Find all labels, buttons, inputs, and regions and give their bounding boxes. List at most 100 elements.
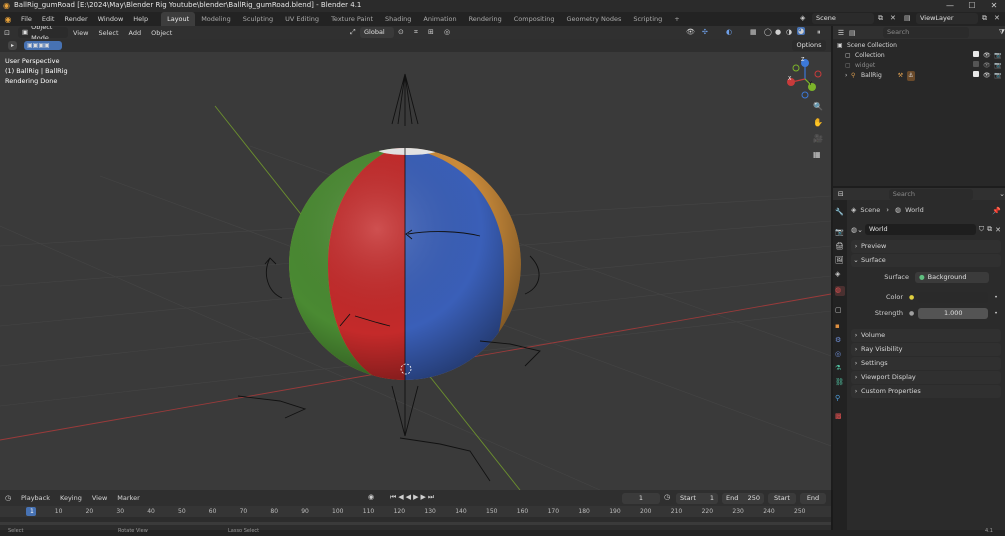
timeline-menu-view[interactable]: View <box>87 491 112 505</box>
viewport-sidebar-toggle-icon[interactable]: ⏸ <box>817 28 821 37</box>
playback-controls-icon[interactable]: ⏮◀◀▶▶⏭ <box>390 493 436 502</box>
world-tab-icon[interactable]: ◍ <box>835 286 845 296</box>
tool-tab-icon[interactable]: 🔧 <box>835 208 845 218</box>
widget-render-icon[interactable]: 📷 <box>994 61 1001 71</box>
list-item-scene-collection[interactable]: ▣ Scene Collection <box>837 41 1003 51</box>
modifier-tab-icon[interactable]: ⚙ <box>835 336 845 346</box>
tab-geometry-nodes[interactable]: Geometry Nodes <box>561 12 628 26</box>
pan-hand-icon[interactable]: ✋ <box>813 118 823 127</box>
list-item-ballrig[interactable]: › ⚲ BallRig ⚒ ⚓ 👁 📷 <box>837 71 1003 81</box>
shading-wireframe-icon[interactable]: ◯ <box>764 28 772 36</box>
snap-target-icon[interactable]: ⊞ <box>428 28 434 36</box>
panel-ray-visibility[interactable]: › Ray Visibility <box>851 343 1001 356</box>
filter-icon[interactable]: ⧩ <box>999 28 1005 37</box>
auto-keying-icon[interactable]: ◉ <box>368 493 374 501</box>
transform-orientation-selector[interactable]: Global <box>360 27 394 38</box>
delete-scene-icon[interactable]: ✕ <box>890 14 896 22</box>
timeline-menu-keying[interactable]: Keying <box>55 491 87 505</box>
viewport-menu-add[interactable]: Add <box>124 26 147 40</box>
world-name-field[interactable]: World <box>864 224 976 235</box>
tab-compositing[interactable]: Compositing <box>508 12 561 26</box>
tab-sculpting[interactable]: Sculpting <box>237 12 279 26</box>
view-layer-tab-icon[interactable]: 🖼 <box>835 256 845 266</box>
tab-animation[interactable]: Animation <box>417 12 462 26</box>
shading-material-icon[interactable]: ◑ <box>786 28 792 36</box>
xray-icon[interactable]: ▦ <box>750 28 757 36</box>
ballrig-visibility-icon[interactable]: 👁 <box>983 71 991 81</box>
strength-field[interactable]: 1.000 <box>918 307 989 319</box>
tab-shading[interactable]: Shading <box>379 12 417 26</box>
end-button[interactable]: End <box>800 493 826 504</box>
start-button[interactable]: Start <box>768 493 796 504</box>
menu-help[interactable]: Help <box>128 12 153 26</box>
physics-tab-icon[interactable]: ⚗ <box>835 364 845 374</box>
view-layer-selector[interactable]: ViewLayer <box>916 13 978 24</box>
tab-modeling[interactable]: Modeling <box>195 12 237 26</box>
viewport-scene[interactable] <box>0 26 831 490</box>
color-keyframe-icon[interactable]: • <box>994 294 998 301</box>
new-scene-icon[interactable]: ⧉ <box>878 14 883 23</box>
tab-layout[interactable]: Layout <box>161 12 196 26</box>
list-item-widget[interactable]: ▢ widget 👁 📷 <box>837 61 1003 71</box>
panel-volume[interactable]: › Volume <box>851 329 1001 342</box>
unlink-world-icon[interactable]: ✕ <box>995 226 1001 234</box>
overlay-toggle-icon[interactable]: ◐ <box>726 28 732 36</box>
list-item-collection[interactable]: ▢ Collection 👁 📷 <box>837 51 1003 61</box>
outliner-search-input[interactable]: Search <box>882 27 969 38</box>
scene-tab-icon[interactable]: ◈ <box>835 270 845 280</box>
current-frame-field[interactable]: 1 <box>622 493 660 504</box>
shading-solid-icon[interactable]: ● <box>775 28 781 36</box>
options-button[interactable]: Options <box>792 40 826 51</box>
outliner-editor-icon[interactable]: ☰ <box>833 29 849 37</box>
delete-view-layer-icon[interactable]: ✕ <box>994 14 1000 22</box>
proportional-edit-icon[interactable]: ◎ <box>444 28 450 36</box>
ballrig-render-icon[interactable]: 📷 <box>994 71 1001 81</box>
panel-custom-properties[interactable]: › Custom Properties <box>851 385 1001 398</box>
tab-scripting[interactable]: Scripting <box>627 12 668 26</box>
perspective-toggle-icon[interactable]: ▦ <box>813 150 821 159</box>
new-view-layer-icon[interactable]: ⧉ <box>982 14 987 23</box>
scene-selector[interactable]: Scene <box>812 13 874 24</box>
blender-menu-icon[interactable]: ◉ <box>0 15 16 24</box>
close-window-button[interactable]: ✕ <box>983 0 1005 12</box>
tool-select-icon[interactable]: ▸ <box>8 41 18 50</box>
viewport-menu-view[interactable]: View <box>68 26 93 40</box>
menu-file[interactable]: File <box>16 12 37 26</box>
menu-render[interactable]: Render <box>59 12 92 26</box>
menu-window[interactable]: Window <box>93 12 129 26</box>
tab-texture-paint[interactable]: Texture Paint <box>325 12 379 26</box>
color-swatch[interactable] <box>918 291 989 303</box>
tab-uv-editing[interactable]: UV Editing <box>279 12 325 26</box>
pin-icon[interactable]: 📌 <box>992 207 1001 215</box>
camera-view-icon[interactable]: 🎥 <box>813 134 823 143</box>
tab-rendering[interactable]: Rendering <box>463 12 508 26</box>
properties-editor-icon[interactable]: ⊟ <box>833 190 849 198</box>
collection-visibility-icon[interactable]: 👁 <box>983 51 991 61</box>
use-preview-range-icon[interactable]: ◷ <box>664 493 670 501</box>
object-data-tab-icon[interactable]: ⚲ <box>835 394 845 404</box>
surface-shader-selector[interactable]: ● Background <box>915 271 989 283</box>
timeline-ruler[interactable]: 1 10 20 30 40 50 60 70 80 90 100 110 120 130 140 150 160… <box>0 506 831 517</box>
menu-edit[interactable]: Edit <box>37 12 60 26</box>
select-mode-icons[interactable]: ▣▣▣▣ <box>24 41 62 50</box>
snap-icon[interactable]: ⌗ <box>414 28 418 37</box>
collection-tab-icon[interactable]: ▢ <box>835 306 845 316</box>
viewport-menu-object[interactable]: Object <box>146 26 177 40</box>
particles-tab-icon[interactable]: ◎ <box>835 350 845 360</box>
object-tab-icon[interactable]: ▪ <box>835 322 845 332</box>
shading-rendered-icon[interactable]: ◕ <box>797 27 806 35</box>
viewport-menu-select[interactable]: Select <box>93 26 123 40</box>
zoom-icon[interactable]: 🔍 <box>813 102 823 111</box>
3d-viewport[interactable]: ⊡ ▣ Object Mode View Select Add Object ⤢… <box>0 26 831 490</box>
editor-type-icon[interactable]: ⊡ <box>0 29 14 37</box>
strength-keyframe-icon[interactable]: • <box>994 310 998 317</box>
end-frame-field[interactable]: End 250 <box>722 493 764 504</box>
mode-selector[interactable]: ▣ Object Mode <box>18 26 68 42</box>
texture-tab-icon[interactable]: ▩ <box>835 412 845 422</box>
panel-viewport-display[interactable]: › Viewport Display <box>851 371 1001 384</box>
panel-surface[interactable]: ⌄ Surface <box>851 254 1001 267</box>
display-mode-icon[interactable]: ▤ <box>849 29 863 37</box>
world-browse-icon[interactable]: ◍⌄ <box>851 226 863 234</box>
start-frame-field[interactable]: Start 1 <box>676 493 718 504</box>
maximize-button[interactable]: ☐ <box>961 0 983 12</box>
